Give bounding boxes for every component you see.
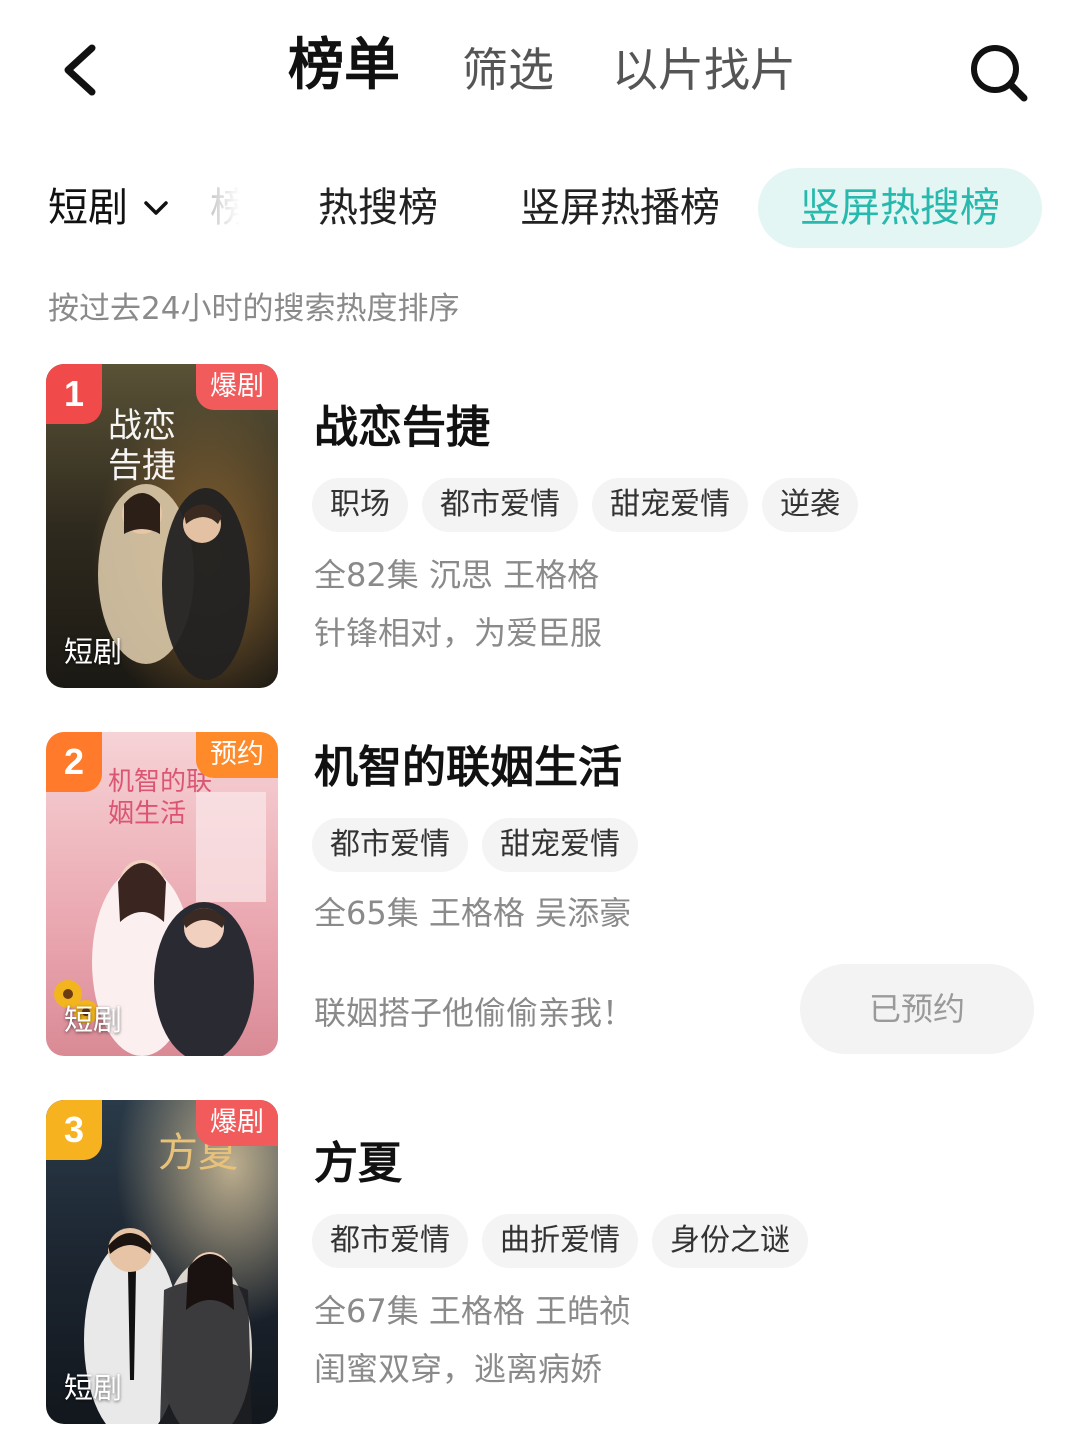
genre-tags: 都市爱情 曲折爱情 身份之谜 [312, 1214, 808, 1268]
genre-tag[interactable]: 都市爱情 [312, 818, 468, 872]
search-icon [971, 45, 1028, 102]
rankings-page: 榜单 筛选 以片找片 短剧 榜 热搜榜 竖屏热播榜 竖屏热搜榜 按过去24小时的… [0, 0, 1080, 1445]
rank-badge: 1 [46, 364, 102, 424]
status-badge: 爆剧 [196, 364, 278, 410]
reserved-button[interactable]: 已预约 [800, 964, 1034, 1054]
status-badge: 预约 [196, 732, 278, 778]
episode-cast-info: 全65集 王格格 吴添豪 [314, 894, 632, 932]
genre-tag[interactable]: 职场 [312, 478, 408, 532]
rank-tab-hot-search[interactable]: 热搜榜 [318, 180, 438, 236]
rank-badge: 3 [46, 1100, 102, 1160]
rank-category-bar: 短剧 榜 热搜榜 竖屏热播榜 竖屏热搜榜 [0, 166, 1080, 250]
genre-tags: 职场 都市爱情 甜宠爱情 逆袭 [312, 478, 858, 532]
rank-badge: 2 [46, 732, 102, 792]
tab-find-by-film[interactable]: 以片找片 [612, 38, 796, 102]
genre-tag[interactable]: 曲折爱情 [482, 1214, 638, 1268]
chevron-down-icon [144, 201, 168, 215]
category-dropdown[interactable]: 短剧 [48, 180, 170, 236]
list-item[interactable]: 机智的联姻生活 2 预约 短剧 机智的联姻生活 都市爱情 甜宠爱情 全65集 王… [0, 732, 1080, 1058]
tab-rankings[interactable]: 榜单 [288, 34, 400, 98]
genre-tag[interactable]: 都市爱情 [422, 478, 578, 532]
poster-caption: 机智的联姻生活 [108, 767, 213, 829]
drama-title[interactable]: 方夏 [314, 1134, 402, 1194]
category-dropdown-label: 短剧 [48, 185, 128, 231]
drama-tagline: 闺蜜双穿，逃离病娇 [314, 1350, 603, 1388]
content-type-label: 短剧 [64, 1003, 123, 1037]
genre-tag[interactable]: 甜宠爱情 [482, 818, 638, 872]
content-type-label: 短剧 [64, 635, 123, 669]
drama-tagline: 联姻搭子他偷偷亲我！ [314, 994, 635, 1032]
back-button[interactable] [52, 38, 112, 102]
content-type-label: 短剧 [64, 1371, 123, 1405]
hidden-rank-tab[interactable]: 榜 [210, 180, 240, 236]
genre-tag[interactable]: 甜宠爱情 [592, 478, 748, 532]
poster-image[interactable]: 方夏 3 爆剧 短剧 [46, 1100, 278, 1424]
poster-image[interactable]: 战恋告捷 1 爆剧 短剧 [46, 364, 278, 688]
status-badge: 爆剧 [196, 1100, 278, 1146]
list-item[interactable]: 战恋告捷 1 爆剧 短剧 战恋告捷 职场 都市爱情 甜宠爱情 逆袭 全82集 沉… [0, 364, 1080, 690]
episode-cast-info: 全67集 王格格 王皓祯 [314, 1292, 632, 1330]
drama-title[interactable]: 战恋告捷 [314, 398, 490, 458]
rank-tab-vertical-hot-search[interactable]: 竖屏热搜榜 [758, 168, 1042, 248]
genre-tag[interactable]: 身份之谜 [652, 1214, 808, 1268]
genre-tag[interactable]: 都市爱情 [312, 1214, 468, 1268]
search-button[interactable] [966, 40, 1032, 106]
genre-tags: 都市爱情 甜宠爱情 [312, 818, 638, 872]
chevron-left-icon [64, 44, 96, 96]
episode-cast-info: 全82集 沉思 王格格 [314, 556, 600, 594]
rank-tab-vertical-hot-play[interactable]: 竖屏热播榜 [520, 180, 720, 236]
top-nav-bar: 榜单 筛选 以片找片 [0, 0, 1080, 140]
drama-tagline: 针锋相对，为爱臣服 [314, 614, 603, 652]
poster-caption: 战恋告捷 [108, 406, 176, 486]
tab-filter[interactable]: 筛选 [462, 38, 554, 102]
list-item[interactable]: 方夏 3 爆剧 短剧 方夏 都市爱情 曲折爱情 身份之谜 全67集 王格格 王皓… [0, 1100, 1080, 1426]
drama-title[interactable]: 机智的联姻生活 [314, 738, 622, 798]
poster-image[interactable]: 机智的联姻生活 2 预约 短剧 [46, 732, 278, 1056]
genre-tag[interactable]: 逆袭 [762, 478, 858, 532]
ranking-description: 按过去24小时的搜索热度排序 [48, 291, 460, 327]
